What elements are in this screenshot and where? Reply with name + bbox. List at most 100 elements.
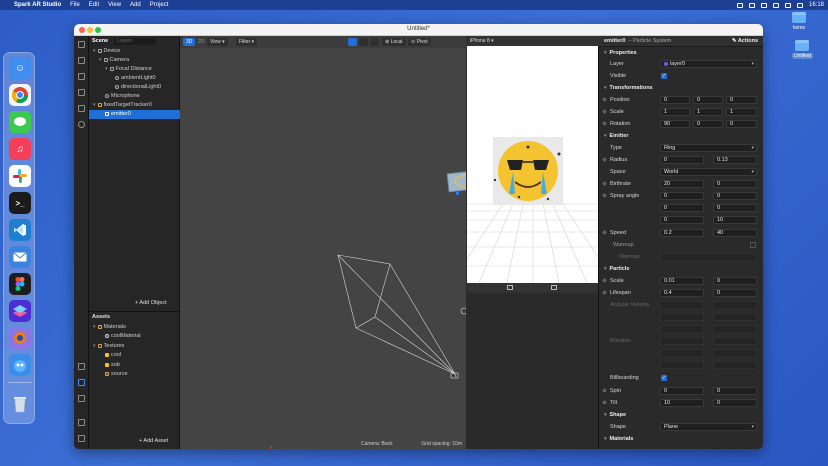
search-icon[interactable] bbox=[760, 2, 767, 8]
menu-file[interactable]: File bbox=[70, 2, 80, 8]
billboarding-checkbox[interactable]: ✓ bbox=[661, 375, 667, 381]
keyframe-icon[interactable] bbox=[602, 400, 607, 405]
keyframe-icon[interactable] bbox=[602, 290, 607, 295]
spray-angle-x-field[interactable]: 0 bbox=[660, 192, 704, 200]
chevron-down-icon[interactable]: ▾ bbox=[99, 57, 102, 63]
chevron-down-icon[interactable]: ▾ bbox=[105, 66, 108, 72]
scene-viewport[interactable]: 3D 2D View ▾ Filter ▾ ⊕ Local ⊙ Pivot Ca… bbox=[180, 36, 466, 449]
patch-tool-icon[interactable] bbox=[78, 73, 85, 80]
menu-add[interactable]: Add bbox=[130, 2, 141, 8]
spin-variation-field[interactable]: 0 bbox=[713, 387, 757, 395]
actions-button[interactable]: ✎ Actions bbox=[732, 36, 758, 47]
screen-icon[interactable] bbox=[736, 2, 743, 8]
tab-layers[interactable]: Layers bbox=[114, 37, 157, 45]
warmup-checkbox[interactable] bbox=[750, 242, 756, 248]
tweetbot-icon[interactable] bbox=[9, 354, 31, 376]
asset-material-cool[interactable]: coolMaterial bbox=[89, 332, 180, 341]
trash-icon[interactable] bbox=[9, 393, 31, 415]
tree-item-directional-light[interactable]: directionalLight0 bbox=[89, 83, 180, 92]
figma-icon[interactable] bbox=[9, 273, 31, 295]
tilt-field[interactable]: 10 bbox=[660, 399, 704, 407]
section-shape[interactable]: Shape bbox=[599, 411, 763, 420]
scale-z-field[interactable]: 1 bbox=[726, 108, 757, 116]
chevron-down-icon[interactable]: ▾ bbox=[93, 48, 96, 54]
section-materials[interactable]: Materials bbox=[599, 435, 763, 444]
chevron-down-icon[interactable]: ▾ bbox=[93, 102, 96, 108]
spray-angle-x-variation-field[interactable]: 0 bbox=[713, 192, 757, 200]
menubar-app-name[interactable]: Spark AR Studio bbox=[14, 2, 61, 8]
visible-checkbox[interactable]: ✓ bbox=[661, 73, 667, 79]
spray-angle-y-field[interactable]: 0 bbox=[660, 204, 704, 212]
simulator-screen[interactable] bbox=[467, 46, 598, 283]
spark-ar-icon[interactable] bbox=[9, 300, 31, 322]
add-object-button[interactable]: + Add Object bbox=[135, 300, 167, 306]
lifespan-field[interactable]: 0.4 bbox=[660, 289, 704, 297]
audio-icon[interactable] bbox=[748, 2, 755, 8]
menu-project[interactable]: Project bbox=[150, 2, 169, 8]
position-y-field[interactable]: 0 bbox=[693, 96, 723, 104]
device-selector[interactable]: iPhone 8 ▾ bbox=[466, 36, 599, 46]
shape-dropdown[interactable]: Plane bbox=[660, 423, 757, 431]
asset-folder-materials[interactable]: ▾ Materials bbox=[89, 323, 180, 332]
menu-view[interactable]: View bbox=[108, 2, 121, 8]
menu-edit[interactable]: Edit bbox=[89, 2, 99, 8]
messages-icon[interactable] bbox=[9, 111, 31, 133]
scene-tool-icon[interactable] bbox=[78, 41, 85, 48]
upload-tool-icon[interactable] bbox=[78, 395, 85, 402]
rotation-x-field[interactable]: 90 bbox=[660, 120, 690, 128]
asset-texture-cool[interactable]: cool bbox=[89, 351, 180, 360]
desktop-project-folder[interactable]: Untitled bbox=[792, 40, 813, 59]
spin-field[interactable]: 0 bbox=[660, 387, 704, 395]
position-x-field[interactable]: 0 bbox=[660, 96, 690, 104]
add-asset-button[interactable]: + Add Asset bbox=[139, 438, 168, 444]
particle-scale-field[interactable]: 0.01 bbox=[660, 277, 704, 285]
test-device-icon[interactable] bbox=[78, 379, 85, 386]
section-particle[interactable]: Particle bbox=[599, 265, 763, 274]
wifi-icon[interactable] bbox=[784, 2, 791, 8]
keyframe-icon[interactable] bbox=[602, 278, 607, 283]
spray-angle-y-variation-field[interactable]: 0 bbox=[713, 204, 757, 212]
finder-icon[interactable]: ☺ bbox=[9, 57, 31, 79]
keyframe-icon[interactable] bbox=[602, 121, 607, 126]
screenshot-icon[interactable] bbox=[507, 285, 513, 290]
scale-x-field[interactable]: 1 bbox=[660, 108, 690, 116]
lifespan-variation-field[interactable]: 0 bbox=[713, 289, 757, 297]
tree-item-ambient-light[interactable]: ambientLight0 bbox=[89, 74, 180, 83]
chevron-down-icon[interactable]: ▾ bbox=[93, 343, 96, 349]
tab-scene[interactable]: Scene bbox=[92, 38, 108, 44]
search-tool-icon[interactable] bbox=[78, 121, 85, 128]
radius-min-field[interactable]: 0 bbox=[660, 156, 704, 164]
section-transformations[interactable]: Transformations bbox=[599, 84, 763, 93]
layer-dropdown[interactable]: layer0 bbox=[660, 60, 757, 68]
console-tool-icon[interactable] bbox=[78, 435, 85, 442]
keyframe-icon[interactable] bbox=[602, 157, 607, 162]
spray-angle-z-variation-field[interactable]: 10 bbox=[713, 216, 757, 224]
keyframe-icon[interactable] bbox=[602, 109, 607, 114]
tree-item-fixed-target-tracker[interactable]: ▾ fixedTargetTracker0 bbox=[89, 101, 180, 110]
keyframe-icon[interactable] bbox=[602, 230, 607, 235]
terminal-icon[interactable]: >_ bbox=[9, 192, 31, 214]
asset-folder-textures[interactable]: ▾ Textures bbox=[89, 342, 180, 351]
refresh-tool-icon[interactable] bbox=[78, 105, 85, 112]
scale-y-field[interactable]: 1 bbox=[693, 108, 723, 116]
tree-item-microphone[interactable]: Microphone bbox=[89, 92, 180, 101]
asset-texture-sob[interactable]: sob bbox=[89, 361, 180, 370]
comment-tool-icon[interactable] bbox=[78, 57, 85, 64]
space-dropdown[interactable]: World bbox=[660, 168, 757, 176]
radius-max-field[interactable]: 0.13 bbox=[713, 156, 757, 164]
keyframe-icon[interactable] bbox=[602, 181, 607, 186]
music-icon[interactable]: ♫ bbox=[9, 138, 31, 160]
preview-tool-icon[interactable] bbox=[78, 89, 85, 96]
mail-icon[interactable] bbox=[9, 246, 31, 268]
position-z-field[interactable]: 0 bbox=[726, 96, 757, 104]
battery-icon[interactable] bbox=[772, 2, 779, 8]
vscode-icon[interactable] bbox=[9, 219, 31, 241]
keyframe-icon[interactable] bbox=[602, 193, 607, 198]
rotation-y-field[interactable]: 0 bbox=[693, 120, 723, 128]
library-tool-icon[interactable] bbox=[78, 419, 85, 426]
chevron-down-icon[interactable]: ▾ bbox=[93, 324, 96, 330]
tree-item-emitter[interactable]: emitter0 bbox=[89, 110, 180, 119]
section-properties[interactable]: Properties bbox=[599, 49, 763, 58]
blender-icon[interactable] bbox=[9, 327, 31, 349]
slack-icon[interactable] bbox=[9, 165, 31, 187]
